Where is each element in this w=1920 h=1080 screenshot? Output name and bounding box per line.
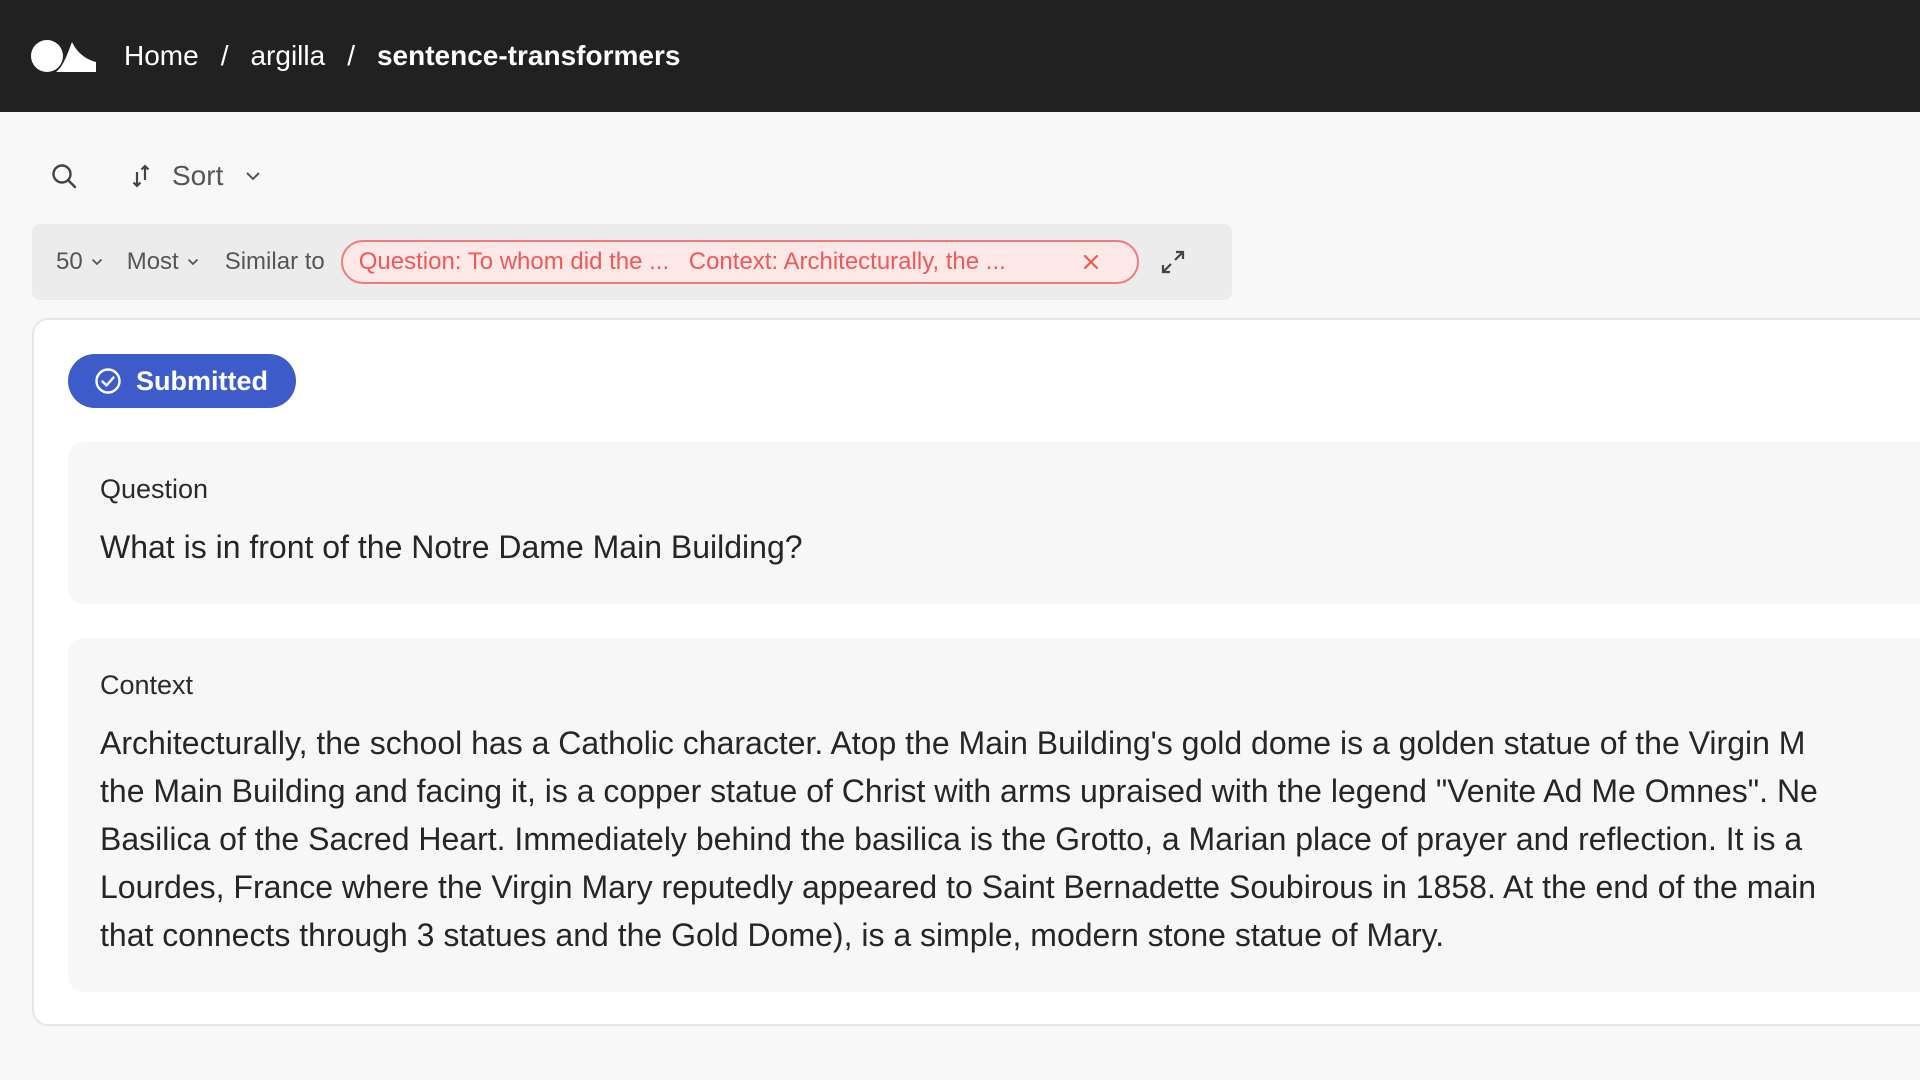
status-badge: Submitted (68, 354, 296, 408)
context-line: Basilica of the Sacred Heart. Immediatel… (100, 821, 1803, 857)
argilla-logo-icon[interactable] (30, 36, 98, 76)
similarity-limit-dropdown[interactable]: 50 (56, 248, 103, 276)
question-field: Question What is in front of the Notre D… (68, 442, 1920, 604)
chevron-down-icon (91, 258, 102, 266)
breadcrumb-separator: / (220, 40, 229, 71)
breadcrumb: Home / argilla / sentence-transformers (124, 40, 680, 72)
context-line: Lourdes, France where the Virgin Mary re… (100, 869, 1817, 905)
chip-question-text: Question: To whom did the ... (358, 248, 670, 275)
chevron-down-icon (246, 172, 261, 181)
search-icon (52, 164, 77, 189)
similarity-limit-value: 50 (56, 248, 83, 275)
top-bar: Home / argilla / sentence-transformers (0, 0, 1920, 112)
similarity-reference-chip[interactable]: Question: To whom did the ... Context: A… (340, 240, 1139, 284)
chip-context-text: Context: Architecturally, the ... (688, 248, 1006, 275)
sort-button[interactable]: Sort (132, 160, 261, 192)
record-card: Submitted Question What is in front of t… (32, 318, 1920, 1026)
status-label: Submitted (136, 365, 268, 396)
breadcrumb-org[interactable]: argilla (250, 40, 325, 72)
breadcrumb-home[interactable]: Home (124, 40, 199, 72)
breadcrumb-dataset: sentence-transformers (376, 40, 681, 71)
context-field: Context Architecturally, the school has … (68, 638, 1920, 992)
sort-label: Sort (172, 160, 224, 191)
context-field-value: Architecturally, the school has a Cathol… (100, 719, 1920, 959)
question-field-title: Question (100, 474, 209, 504)
expand-button[interactable] (1157, 246, 1189, 278)
search-button[interactable] (48, 160, 80, 192)
context-line: Architecturally, the school has a Cathol… (100, 725, 1806, 761)
question-field-value: What is in front of the Notre Dame Main … (100, 529, 803, 565)
context-line: that connects through 3 statues and the … (100, 917, 1445, 953)
similar-to-label: Similar to (224, 248, 325, 275)
expand-icon (1161, 250, 1184, 274)
check-circle-icon (94, 367, 122, 395)
chevron-down-icon (187, 258, 198, 266)
similarity-order-value: Most (126, 248, 179, 275)
sort-arrows-icon (132, 164, 150, 188)
similarity-filter-bar: 50 Most Similar to Question: To whom did… (32, 224, 1232, 300)
context-field-title: Context (100, 670, 194, 700)
context-line: the Main Building and facing it, is a co… (100, 773, 1818, 809)
breadcrumb-separator: / (347, 40, 355, 71)
close-icon (1083, 254, 1098, 270)
similarity-order-dropdown[interactable]: Most (127, 248, 199, 276)
chip-close-button[interactable] (1077, 248, 1105, 276)
toolbar: Sort (48, 156, 261, 196)
